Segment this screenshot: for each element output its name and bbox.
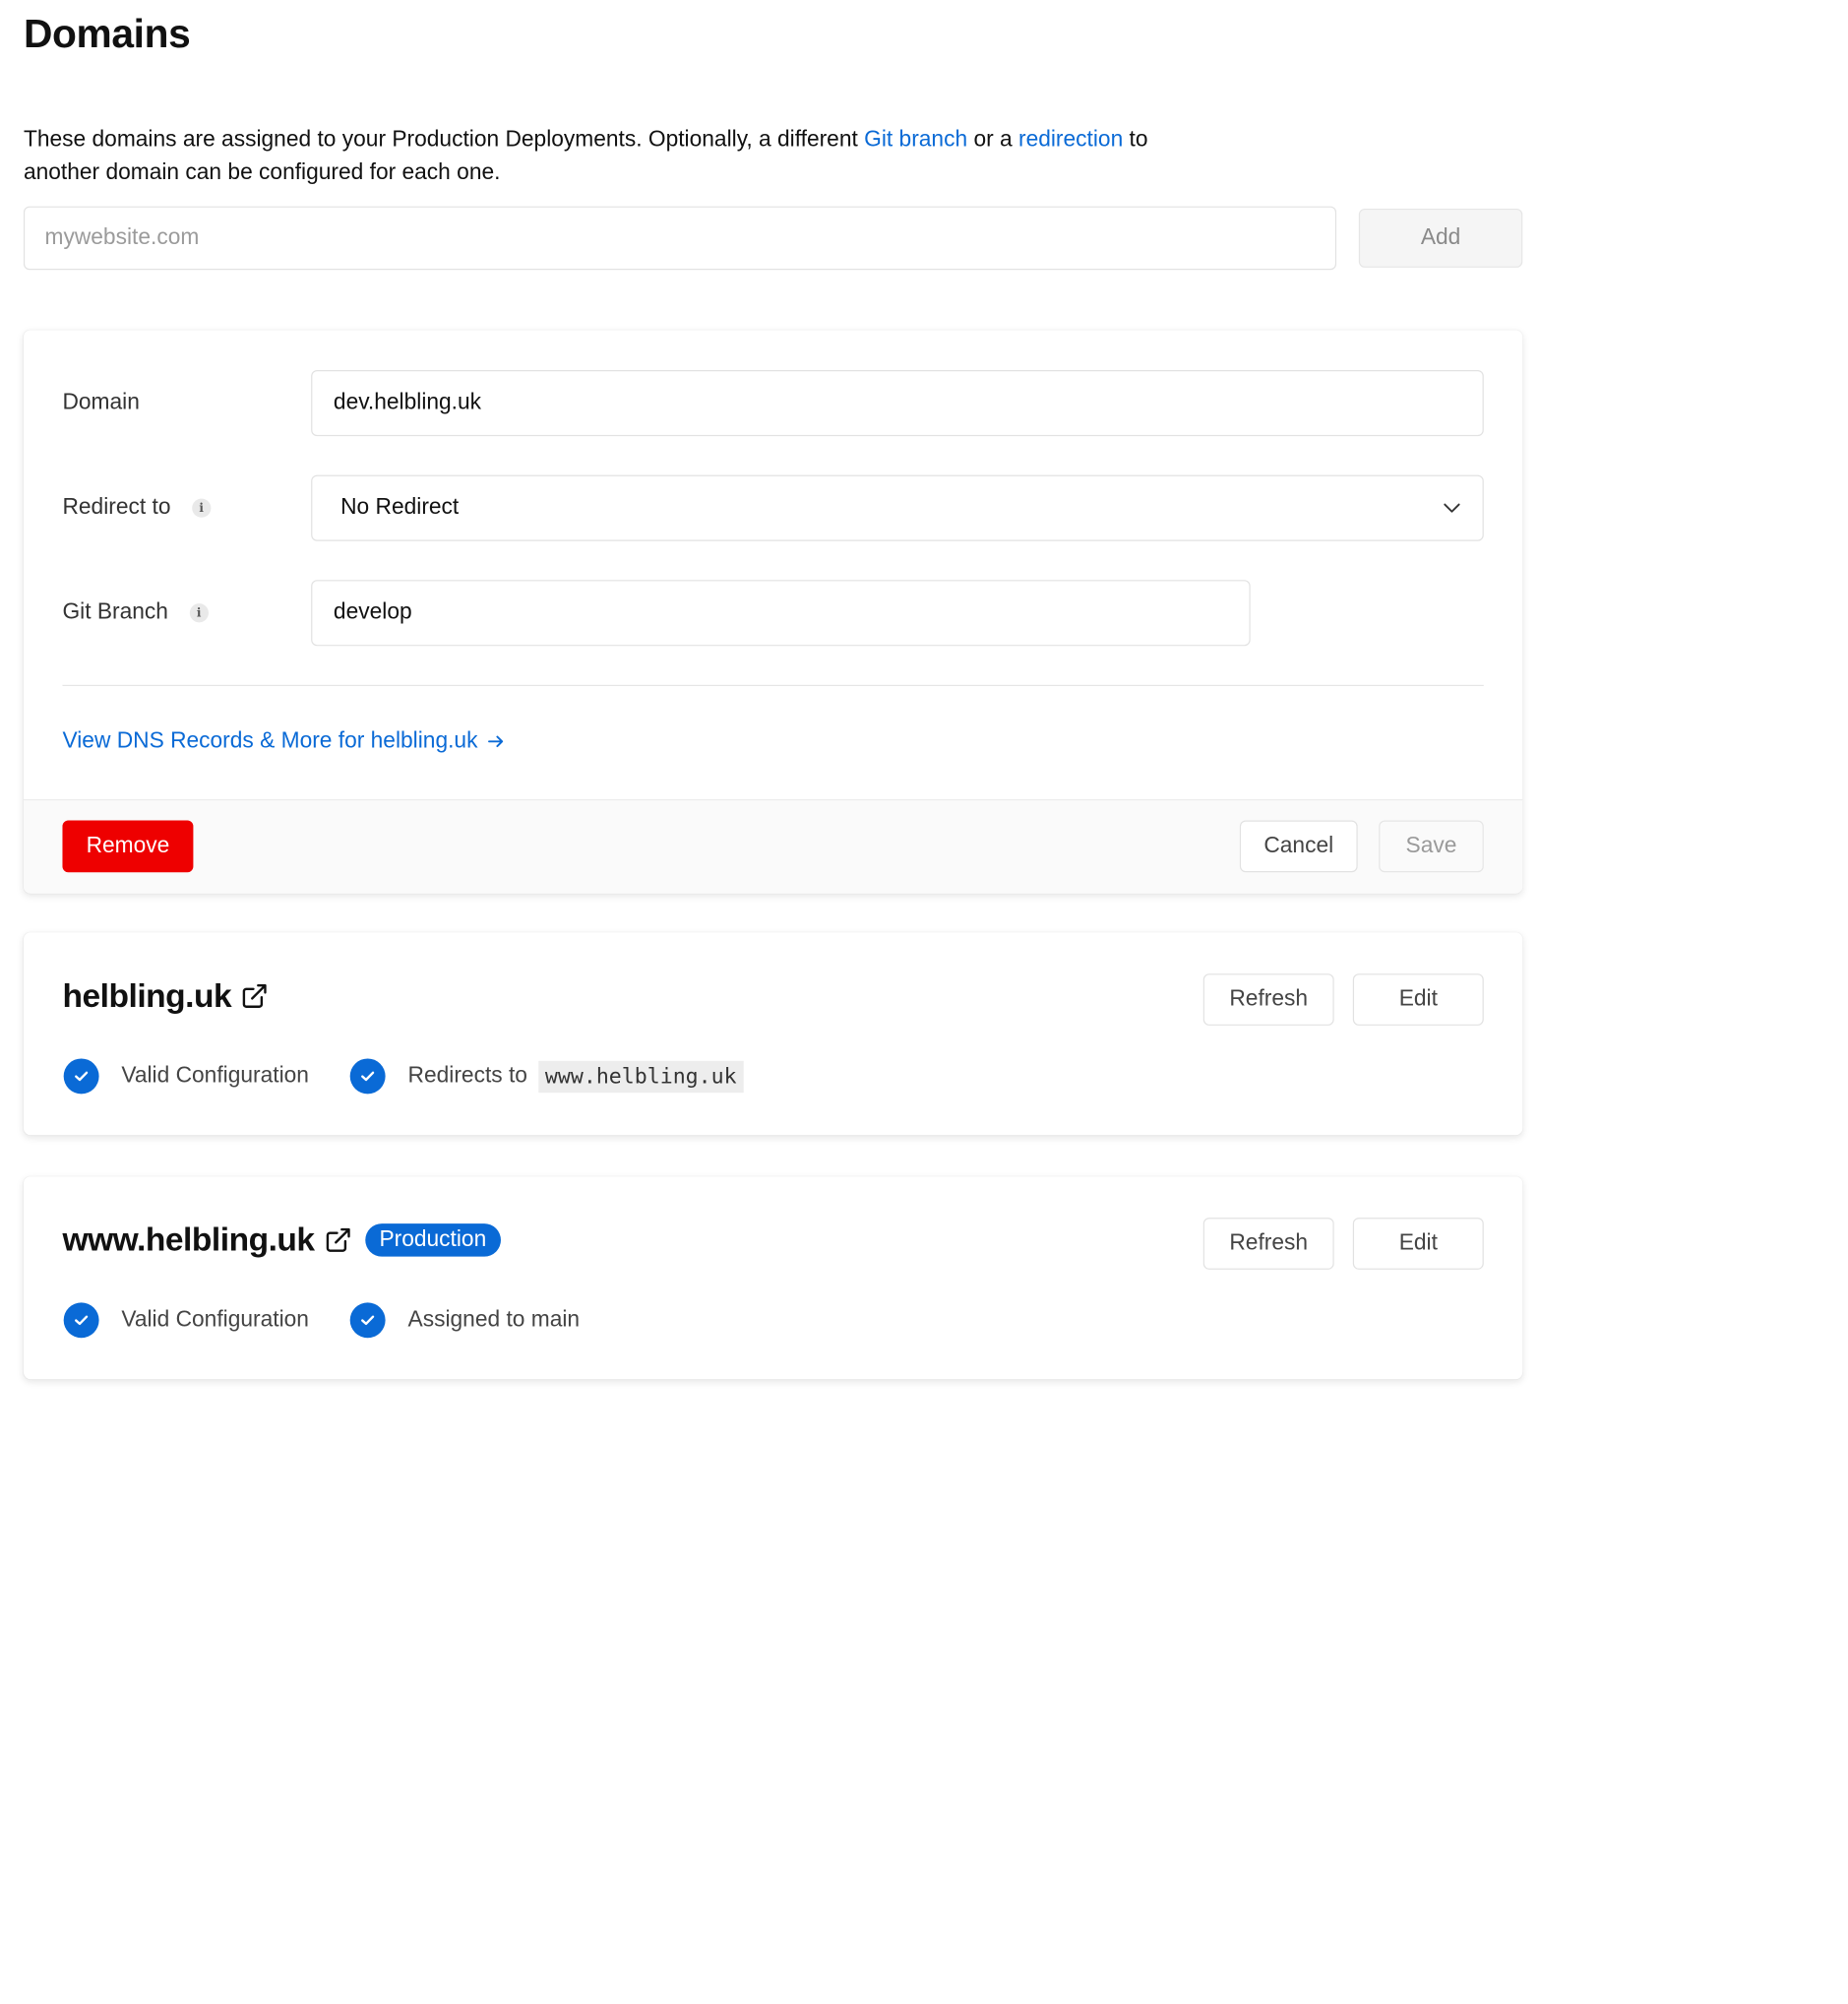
view-dns-records-link[interactable]: View DNS Records & More for helbling.uk (62, 728, 506, 754)
edit-button[interactable]: Edit (1352, 1218, 1484, 1270)
check-circle-icon (63, 1058, 99, 1095)
domain-label: Domain (62, 390, 140, 415)
arrow-right-icon (488, 735, 504, 748)
production-badge: Production (365, 1223, 501, 1257)
domain-input[interactable]: dev.helbling.uk (311, 370, 1484, 437)
refresh-button[interactable]: Refresh (1202, 973, 1334, 1026)
external-link-icon[interactable] (241, 982, 270, 1011)
status-row: Valid Configuration Assigned to main (63, 1302, 621, 1339)
intro-text: These domains are assigned to your Produ… (24, 124, 1155, 190)
status-text: Valid Configuration (121, 1063, 309, 1089)
add-domain-row: Add (23, 206, 1546, 273)
domain-card: www.helbling.uk Production Refresh Edit … (23, 1176, 1523, 1380)
git-branch-link[interactable]: Git branch (864, 127, 967, 152)
domain-input-value: dev.helbling.uk (333, 390, 482, 415)
edit-button[interactable]: Edit (1352, 973, 1484, 1026)
info-icon[interactable]: i (192, 498, 212, 518)
status-text: Assigned to main (407, 1307, 581, 1333)
status-valid-config: Valid Configuration (63, 1302, 309, 1339)
info-icon[interactable]: i (189, 603, 209, 623)
redirect-row: Redirect to i No Redirect (62, 474, 1484, 541)
external-link-icon[interactable] (324, 1226, 352, 1255)
redirection-link[interactable]: redirection (1018, 127, 1123, 152)
domain-row: Domain dev.helbling.uk (62, 370, 1484, 437)
divider (62, 684, 1484, 687)
branch-row: Git Branch i develop (62, 580, 1483, 647)
status-text: Valid Configuration (121, 1307, 309, 1333)
status-redirect: Redirects to www.helbling.uk (349, 1058, 744, 1095)
redirect-label: Redirect to (62, 494, 171, 521)
status-valid-config: Valid Configuration (63, 1058, 309, 1095)
cancel-button[interactable]: Cancel (1239, 820, 1358, 873)
domain-card: helbling.uk Refresh Edit Valid Configura… (23, 932, 1523, 1136)
domain-name-link[interactable]: www.helbling.uk (62, 1221, 315, 1259)
page-title: Domains (23, 11, 191, 57)
add-domain-input[interactable] (23, 206, 1337, 271)
domain-title: www.helbling.uk Production (62, 1221, 501, 1259)
intro-part-1: These domains are assigned to your Produ… (23, 127, 865, 153)
domain-title: helbling.uk (62, 977, 269, 1015)
branch-input[interactable]: develop (311, 580, 1251, 647)
add-button[interactable]: Add (1358, 208, 1523, 268)
refresh-button[interactable]: Refresh (1202, 1218, 1334, 1270)
edit-card-footer: Remove Cancel Save (23, 798, 1523, 894)
check-circle-icon (349, 1302, 386, 1339)
chevron-down-icon (1444, 503, 1460, 513)
status-text: Redirects to (407, 1063, 527, 1089)
branch-input-value: develop (333, 599, 412, 625)
status-assigned: Assigned to main (349, 1302, 581, 1339)
branch-label: Git Branch (62, 599, 168, 625)
intro-part-2: or a (967, 127, 1018, 153)
branch-label-wrap: Git Branch i (62, 580, 209, 646)
redirect-label-wrap: Redirect to i (62, 475, 212, 541)
domain-name-link[interactable]: helbling.uk (62, 977, 231, 1015)
redirect-select[interactable]: No Redirect (311, 474, 1484, 541)
save-button[interactable]: Save (1379, 820, 1484, 873)
dns-link-label: View DNS Records & More for helbling.uk (62, 728, 478, 754)
redirect-target-code: www.helbling.uk (537, 1060, 744, 1093)
status-row: Valid Configuration Redirects to www.hel… (63, 1058, 785, 1095)
domain-edit-card: Domain dev.helbling.uk Redirect to i No … (23, 330, 1523, 894)
check-circle-icon (63, 1302, 99, 1339)
check-circle-icon (349, 1058, 386, 1095)
remove-button[interactable]: Remove (62, 820, 194, 873)
redirect-select-value: No Redirect (340, 494, 460, 521)
